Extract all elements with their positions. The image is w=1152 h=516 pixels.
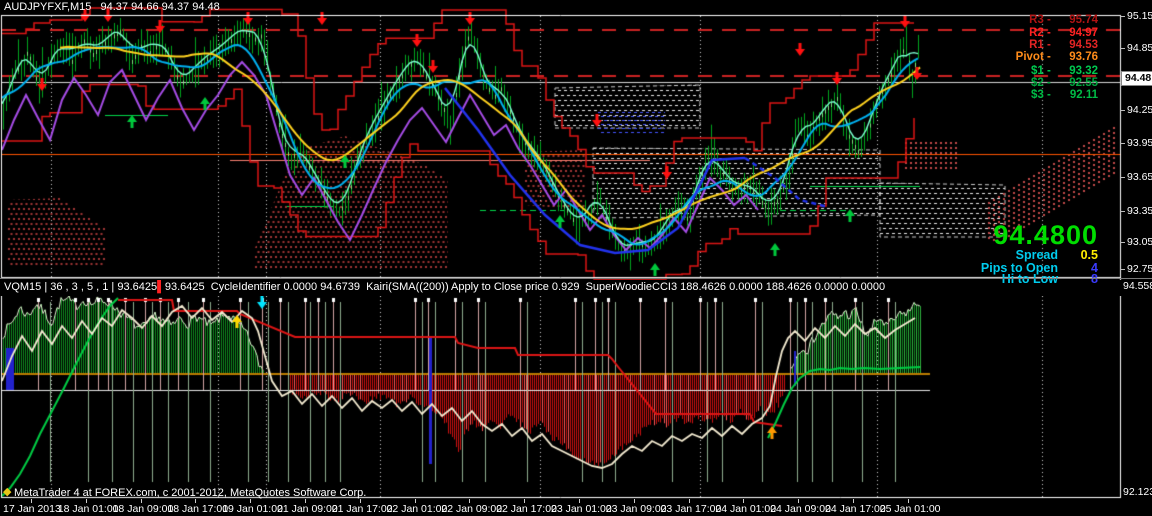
panel-splitter[interactable] (0, 278, 1152, 279)
info-value: 0.5 (1080, 248, 1098, 262)
time-axis-tick (688, 499, 690, 503)
time-axis-label: 18 Jan 09:00 (112, 503, 174, 515)
time-axis-label: 18 Jan 01:00 (57, 503, 119, 515)
pivot-level-name: $3 - (1030, 89, 1054, 101)
price-axis-tick: 95.15 (1120, 10, 1152, 22)
info-row-hi-to-low: Hi to Low 8 (1002, 272, 1098, 286)
time-axis-tick (798, 499, 800, 503)
indicator-values-header: VQM15 | 36 , 3 , 5 , 1 | 93.6425▌93.6425… (4, 281, 885, 293)
pivot-level-R1: R1 - 94.53 (1029, 39, 1098, 51)
time-axis-tick (633, 499, 635, 503)
time-axis-label: 22 Jan 09:00 (441, 503, 503, 515)
pivot-level-name: R3 - (1029, 14, 1054, 26)
time-axis-tick (140, 499, 142, 503)
main-price-chart[interactable] (0, 0, 1152, 280)
pivot-level-Pivot: Pivot - 93.76 (1016, 51, 1098, 63)
time-axis-label: 18 Jan 17:00 (167, 503, 229, 515)
pivot-level-name: R2 - (1029, 27, 1054, 39)
pivot-level-R3: R3 - 95.74 (1029, 14, 1098, 26)
time-axis-label: 22 Jan 17:00 (496, 503, 557, 515)
time-axis-tick (305, 499, 306, 503)
pivot-level-value: 95.74 (1069, 14, 1098, 26)
subchart-axis-min: 92.1236 (1123, 486, 1152, 498)
pivot-level-R2: R2 - 94.97 (1029, 27, 1098, 39)
pivot-level-value: 93.76 (1069, 51, 1098, 63)
pivot-level-s2: $2 - 92.55 (1031, 77, 1098, 89)
indicator-header-part: 93.6425 (164, 281, 205, 293)
time-axis-tick (195, 499, 197, 503)
time-axis-label: 24 Jan 09:00 (770, 503, 831, 515)
current-price-readout: 94.4800 (993, 220, 1098, 250)
time-axis-label: 19 Jan 01:00 (222, 503, 283, 515)
info-label: Spread (1015, 248, 1058, 262)
info-label: Hi to Low (1001, 272, 1058, 286)
price-axis-tick: 94.85 (1120, 42, 1152, 54)
price-axis-tick: 94.25 (1120, 104, 1152, 116)
pivot-level-s3: $3 - 92.11 (1031, 89, 1098, 101)
indicator-header-part: ▌ (157, 281, 165, 293)
time-axis-tick (524, 499, 526, 503)
subchart-axis-max: 94.5584 (1123, 280, 1152, 292)
pivot-level-value: 92.11 (1069, 89, 1098, 101)
symbol-timeframe: AUDJPYFXF,M15 (4, 1, 92, 13)
mt4-chart-window: AUDJPYFXF,M15 94.37 94.66 94.37 94.48 R3… (0, 0, 1152, 516)
pivot-level-value: 93.32 (1069, 65, 1098, 77)
time-axis-tick (250, 499, 252, 503)
info-row-spread: Spread 0.5 (1016, 248, 1098, 262)
time-axis-tick (414, 499, 416, 503)
indicator-header-part: VQM15 | 36 , 3 , 5 , 1 | (4, 281, 118, 293)
pivot-level-name: $1 - (1030, 65, 1054, 77)
time-axis-tick (743, 499, 745, 503)
indicator-header-part: SuperWoodieCCI3 188.4626 0.0000 188.4626… (579, 281, 886, 293)
alert-diamond-icon: ◆ (3, 486, 12, 498)
price-axis-tick: 93.05 (1120, 236, 1152, 248)
time-axis-label: 21 Jan 17:00 (331, 503, 393, 515)
pivot-level-name: Pivot - (1015, 51, 1054, 63)
current-price-tag: 94.48 (1121, 71, 1152, 86)
price-axis-tick: 92.75 (1120, 263, 1152, 275)
time-axis-label: 25 Jan 01:00 (879, 503, 941, 515)
pivot-level-value: 94.53 (1069, 39, 1098, 51)
time-axis-tick (579, 499, 580, 503)
time-axis-tick (359, 499, 361, 503)
pivot-level-value: 92.55 (1069, 77, 1098, 89)
indicator-header-part: CycleIdentifier 0.0000 94.6739 (204, 281, 360, 293)
time-axis-tick (469, 499, 471, 503)
time-axis-label: 23 Jan 01:00 (551, 503, 612, 515)
pivot-level-name: R1 - (1029, 39, 1054, 51)
indicator-header-part: 93.6425 (117, 281, 158, 293)
time-axis-label: 24 Jan 17:00 (825, 503, 886, 515)
time-axis-label: 24 Jan 01:00 (715, 503, 777, 515)
info-value: 8 (1091, 272, 1098, 286)
time-axis-tick (85, 499, 87, 503)
indicator-subchart[interactable] (0, 296, 1152, 500)
price-axis-tick: 93.95 (1120, 137, 1152, 149)
time-axis-tick (853, 499, 854, 503)
time-axis-tick (31, 499, 32, 503)
indicator-header-part: Kairi(SMA((200)) Apply to Close price 0.… (359, 281, 580, 293)
status-bar-text: MetaTrader 4 at FOREX.com, c 2001-2012, … (14, 487, 367, 499)
chart-title: AUDJPYFXF,M15 94.37 94.66 94.37 94.48 (4, 1, 220, 13)
time-axis-tick (907, 499, 909, 503)
time-axis-label: 17 Jan 2013 (3, 503, 61, 515)
time-axis-label: 22 Jan 01:00 (386, 503, 448, 515)
pivot-level-s1: $1 - 93.32 (1031, 65, 1098, 77)
ohlc-readout: 94.37 94.66 94.37 94.48 (100, 1, 220, 13)
pivot-level-value: 94.97 (1069, 27, 1098, 39)
price-axis-tick: 93.65 (1120, 171, 1152, 183)
time-axis-label: 23 Jan 09:00 (605, 503, 667, 515)
time-axis-label: 23 Jan 17:00 (660, 503, 722, 515)
price-axis-tick: 93.35 (1120, 205, 1152, 217)
pivot-level-name: $2 - (1030, 77, 1054, 89)
time-axis-label: 21 Jan 09:00 (277, 503, 338, 515)
